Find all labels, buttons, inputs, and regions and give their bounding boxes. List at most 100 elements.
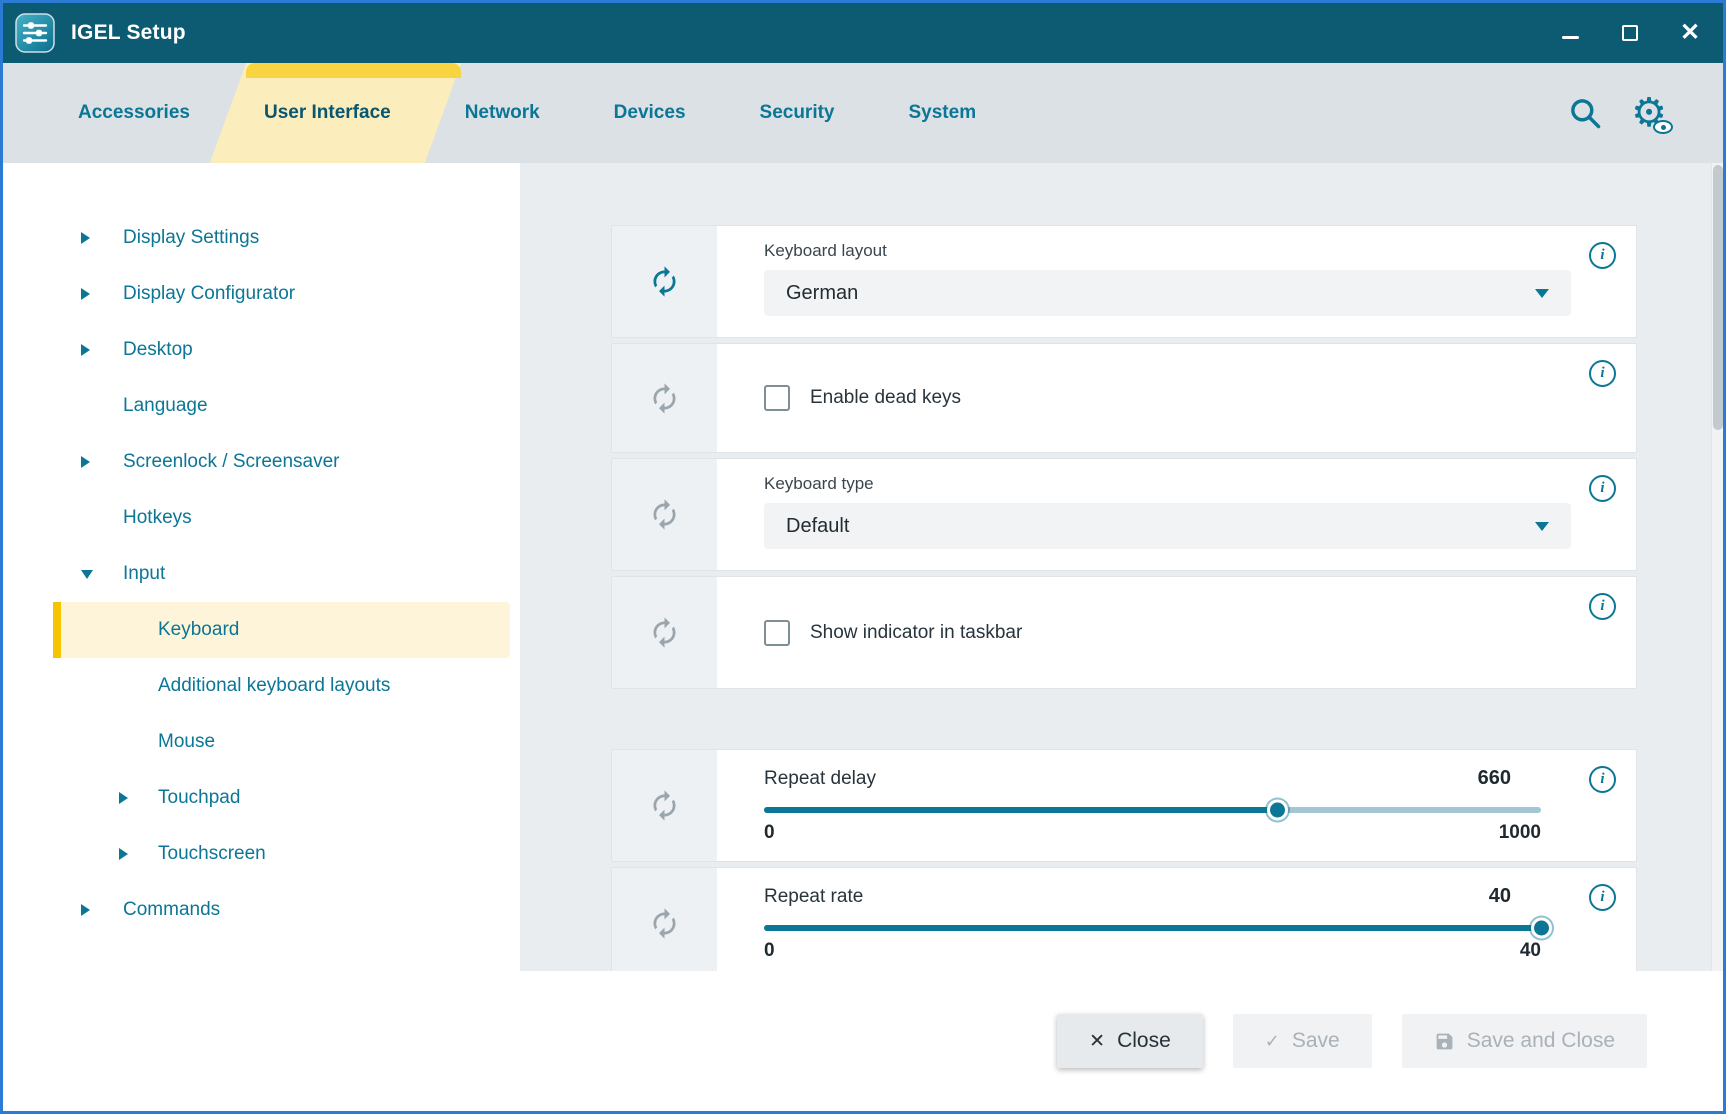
maximize-button[interactable] xyxy=(1607,11,1653,55)
sidebar-item-keyboard[interactable]: Keyboard xyxy=(53,602,510,658)
settings-visibility-button[interactable]: ⚙ xyxy=(1631,93,1667,133)
collapse-arrow-icon[interactable] xyxy=(81,570,93,579)
slider-min: 0 xyxy=(764,822,775,844)
footer-action-bar: ✕ Close ✓ Save Save and Close xyxy=(3,971,1723,1111)
close-button-label: Close xyxy=(1117,1029,1171,1053)
keyboard-layout-select[interactable]: German xyxy=(764,270,1571,316)
reset-icon xyxy=(648,498,681,531)
reset-to-default-button[interactable] xyxy=(612,868,717,971)
enable-dead-keys-checkbox[interactable] xyxy=(764,385,790,411)
sidebar-item-label: Touchscreen xyxy=(158,843,266,865)
window-controls: ✕ xyxy=(1547,11,1713,55)
setting-label: Keyboard type xyxy=(764,474,1571,494)
tab-user-interface[interactable]: User Interface xyxy=(227,63,428,163)
igel-setup-window: IGEL Setup ✕ Accessories User Interface … xyxy=(0,0,1726,1114)
save-and-close-button[interactable]: Save and Close xyxy=(1402,1014,1647,1068)
slider-header: Repeat rate 40 xyxy=(764,885,1541,908)
sidebar-item-language[interactable]: Language xyxy=(53,378,510,434)
reset-icon xyxy=(648,789,681,822)
sidebar-item-display-configurator[interactable]: Display Configurator xyxy=(53,266,510,322)
info-icon[interactable]: i xyxy=(1589,593,1616,620)
setting-card-keyboard-type: Keyboard type Default i xyxy=(611,458,1637,571)
tab-network[interactable]: Network xyxy=(428,63,577,163)
expand-arrow-icon[interactable] xyxy=(119,792,128,804)
close-window-button[interactable]: ✕ xyxy=(1667,11,1713,55)
tabbar-actions: ⚙ xyxy=(1567,93,1723,133)
eye-icon xyxy=(1653,120,1673,134)
sidebar-item-commands[interactable]: Commands xyxy=(53,882,510,938)
tab-accessories[interactable]: Accessories xyxy=(41,63,227,163)
setting-body: Repeat rate 40 0 40 xyxy=(717,868,1636,971)
save-button-label: Save xyxy=(1292,1029,1340,1053)
search-button[interactable] xyxy=(1567,95,1603,131)
expand-arrow-icon[interactable] xyxy=(81,232,90,244)
minimize-button[interactable] xyxy=(1547,11,1593,55)
info-icon[interactable]: i xyxy=(1589,766,1616,793)
sidebar-item-screenlock-screensaver[interactable]: Screenlock / Screensaver xyxy=(53,434,510,490)
checkbox-label: Enable dead keys xyxy=(810,387,961,409)
tab-security[interactable]: Security xyxy=(723,63,872,163)
setting-body: Keyboard layout German xyxy=(717,226,1636,337)
setting-label: Repeat delay xyxy=(764,768,876,790)
reset-to-default-button[interactable] xyxy=(612,750,717,861)
reset-to-default-button[interactable] xyxy=(612,459,717,570)
sidebar-item-hotkeys[interactable]: Hotkeys xyxy=(53,490,510,546)
info-icon[interactable]: i xyxy=(1589,360,1616,387)
tabs: Accessories User Interface Network Devic… xyxy=(3,63,1013,163)
tab-bar: Accessories User Interface Network Devic… xyxy=(3,63,1723,163)
sidebar-item-touchpad[interactable]: Touchpad xyxy=(53,770,510,826)
setting-body: Repeat delay 660 0 1000 xyxy=(717,750,1636,861)
expand-arrow-icon[interactable] xyxy=(119,848,128,860)
sidebar-item-additional-keyboard-layouts[interactable]: Additional keyboard layouts xyxy=(53,658,510,714)
selected-value: Default xyxy=(786,515,849,538)
tab-system[interactable]: System xyxy=(872,63,1014,163)
expand-arrow-icon[interactable] xyxy=(81,288,90,300)
info-icon[interactable]: i xyxy=(1589,884,1616,911)
scrollbar[interactable] xyxy=(1711,163,1723,971)
expand-arrow-icon[interactable] xyxy=(81,344,90,356)
repeat-rate-slider[interactable] xyxy=(764,925,1541,931)
eye-pupil xyxy=(1661,125,1666,130)
scrollbar-thumb[interactable] xyxy=(1713,165,1723,430)
chevron-down-icon xyxy=(1535,522,1549,531)
slider-fill xyxy=(764,807,1277,813)
expand-arrow-icon[interactable] xyxy=(81,904,90,916)
settings-panel: Keyboard layout German i Enable dead key… xyxy=(520,163,1723,971)
setting-label: Keyboard layout xyxy=(764,241,1571,261)
slider-handle[interactable] xyxy=(1267,800,1288,821)
reset-to-default-button[interactable] xyxy=(612,226,717,337)
sidebar-item-mouse[interactable]: Mouse xyxy=(53,714,510,770)
app-body: Display Settings Display Configurator De… xyxy=(3,163,1723,971)
info-icon[interactable]: i xyxy=(1589,475,1616,502)
reset-to-default-button[interactable] xyxy=(612,577,717,688)
sidebar-item-desktop[interactable]: Desktop xyxy=(53,322,510,378)
info-icon[interactable]: i xyxy=(1589,242,1616,269)
slider-range: 0 1000 xyxy=(764,822,1541,844)
close-x-icon: ✕ xyxy=(1089,1030,1105,1053)
close-button[interactable]: ✕ Close xyxy=(1057,1014,1203,1068)
slider-handle[interactable] xyxy=(1531,918,1552,939)
slider-range: 0 40 xyxy=(764,940,1541,962)
minimize-icon xyxy=(1562,36,1579,39)
setting-label: Repeat rate xyxy=(764,886,863,908)
reset-icon xyxy=(648,265,681,298)
save-disk-icon xyxy=(1434,1031,1455,1052)
setting-body: Keyboard type Default xyxy=(717,459,1636,570)
keyboard-type-select[interactable]: Default xyxy=(764,503,1571,549)
show-indicator-checkbox[interactable] xyxy=(764,620,790,646)
setting-body: Show indicator in taskbar xyxy=(717,577,1636,688)
checkbox-label: Show indicator in taskbar xyxy=(810,622,1022,644)
save-button[interactable]: ✓ Save xyxy=(1233,1014,1372,1068)
sidebar-item-touchscreen[interactable]: Touchscreen xyxy=(53,826,510,882)
selected-value: German xyxy=(786,282,858,305)
setting-card-keyboard-layout: Keyboard layout German i xyxy=(611,225,1637,338)
repeat-delay-slider[interactable] xyxy=(764,807,1541,813)
tab-devices[interactable]: Devices xyxy=(577,63,723,163)
reset-to-default-button[interactable] xyxy=(612,344,717,452)
slider-header: Repeat delay 660 xyxy=(764,767,1541,790)
app-logo-icon xyxy=(15,13,55,53)
expand-arrow-icon[interactable] xyxy=(81,456,90,468)
sidebar-item-input[interactable]: Input xyxy=(53,546,510,602)
reset-icon xyxy=(648,382,681,415)
sidebar-item-display-settings[interactable]: Display Settings xyxy=(53,210,510,266)
